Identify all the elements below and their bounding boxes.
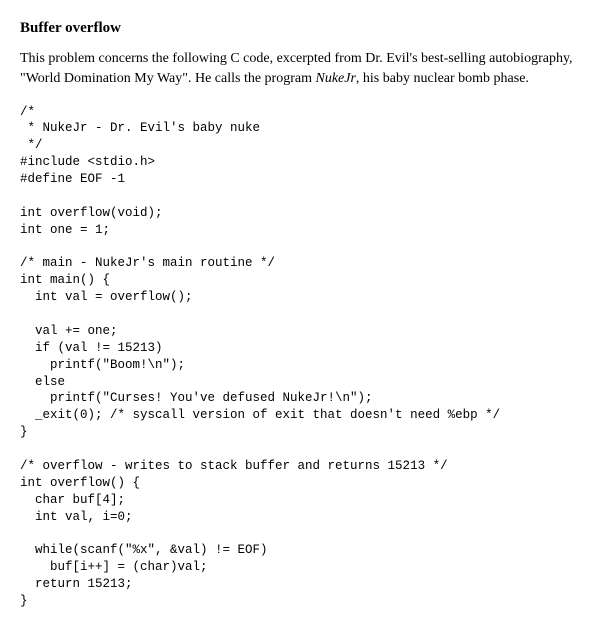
code-block: /* * NukeJr - Dr. Evil's baby nuke */ #i… xyxy=(20,104,589,610)
intro-paragraph: This problem concerns the following C co… xyxy=(20,49,589,90)
intro-program-name: NukeJr xyxy=(315,71,355,86)
intro-text-post: , his baby nuclear bomb phase. xyxy=(356,71,529,86)
section-title: Buffer overflow xyxy=(20,18,589,39)
